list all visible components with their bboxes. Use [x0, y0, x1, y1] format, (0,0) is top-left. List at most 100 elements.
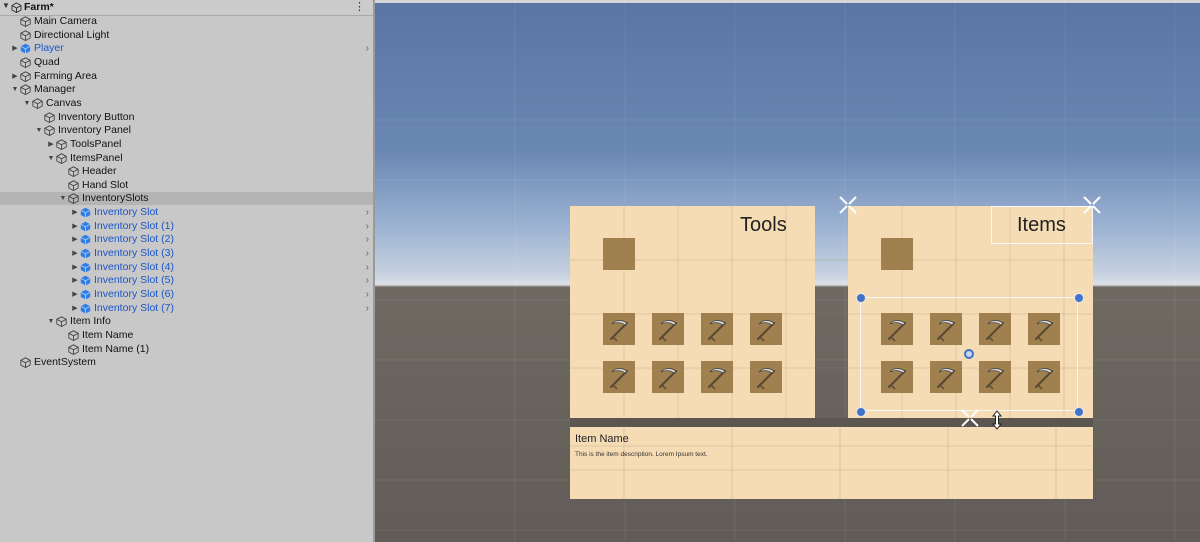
scythe-icon — [609, 320, 629, 342]
chevron-right-icon[interactable]: › — [366, 274, 369, 287]
tools-inventory-slot[interactable] — [652, 313, 684, 345]
tools-inventory-slot[interactable] — [652, 361, 684, 393]
prefab-cube-icon — [80, 303, 91, 314]
hierarchy-item-eventsystem[interactable]: EventSystem — [0, 356, 373, 369]
tools-title: Tools — [740, 214, 787, 236]
hierarchy-item-label: Inventory Slot (2) — [94, 233, 174, 246]
hierarchy-item-inventory-slot-7[interactable]: ▶ Inventory Slot (7) › — [0, 302, 373, 315]
fold-right-icon[interactable]: ▶ — [70, 288, 80, 301]
pivot-handle[interactable] — [964, 349, 974, 359]
resize-handle-top-left[interactable] — [856, 293, 866, 303]
fold-down-icon[interactable]: ▼ — [46, 315, 56, 328]
resize-handle-top-right[interactable] — [1074, 293, 1084, 303]
chevron-right-icon[interactable]: › — [366, 302, 369, 315]
fold-right-icon[interactable]: ▶ — [70, 233, 80, 246]
item-name-label: Item Name — [575, 433, 629, 445]
tools-inventory-slot[interactable] — [750, 313, 782, 345]
chevron-right-icon[interactable]: › — [366, 261, 369, 274]
hierarchy-item-manager[interactable]: ▼ Manager — [0, 83, 373, 96]
hierarchy-item-player[interactable]: ▶ Player › — [0, 42, 373, 55]
fold-right-icon[interactable]: ▶ — [70, 220, 80, 233]
chevron-right-icon[interactable]: › — [366, 247, 369, 260]
hierarchy-item-label: Player — [34, 42, 64, 55]
prefab-cube-icon — [80, 276, 91, 286]
fold-down-icon[interactable]: ▼ — [22, 97, 32, 110]
hierarchy-item-hand-slot[interactable]: Hand Slot — [0, 179, 373, 192]
fold-down-icon[interactable]: ▼ — [58, 192, 68, 205]
gameobject-cube-icon — [20, 70, 31, 82]
chevron-right-icon[interactable]: › — [366, 288, 369, 301]
tools-inventory-slot[interactable] — [603, 313, 635, 345]
hierarchy-item-inventory-slot[interactable]: ▶ Inventory Slot › — [0, 206, 373, 219]
hierarchy-item-itemspanel[interactable]: ▼ ItemsPanel — [0, 152, 373, 165]
scythe-icon — [707, 368, 727, 390]
fold-right-icon[interactable]: ▶ — [70, 247, 80, 260]
hierarchy-item-label: ToolsPanel — [70, 137, 122, 150]
hierarchy-item-inventory-slot-1[interactable]: ▶ Inventory Slot (1) › — [0, 220, 373, 233]
items-title: Items — [1017, 214, 1066, 236]
hierarchy-item-label: EventSystem — [34, 356, 96, 369]
resize-handle-bottom-left[interactable] — [856, 407, 866, 417]
gameobject-cube-icon — [68, 166, 79, 178]
hierarchy-item-label: Inventory Slot (7) — [94, 301, 174, 314]
tools-inventory-slot[interactable] — [701, 361, 733, 393]
hierarchy-item-label: Inventory Slot (5) — [94, 274, 174, 287]
hierarchy-item-directional-light[interactable]: Directional Light — [0, 29, 373, 42]
hierarchy-item-inventory-slot-3[interactable]: ▶ Inventory Slot (3) › — [0, 247, 373, 260]
hierarchy-item-inventory-panel[interactable]: ▼ Inventory Panel — [0, 124, 373, 137]
resize-handle-bottom-right[interactable] — [1074, 407, 1084, 417]
fold-down-icon[interactable]: ▼ — [2, 1, 10, 10]
hierarchy-item-farming-area[interactable]: ▶ Farming Area — [0, 70, 373, 83]
hierarchy-item-label: Inventory Panel — [58, 124, 131, 137]
hierarchy-item-label: Inventory Slot (3) — [94, 247, 174, 260]
anchor-marker-icon[interactable] — [1082, 195, 1102, 215]
chevron-right-icon[interactable]: › — [366, 42, 369, 55]
hierarchy-item-inventory-slot-6[interactable]: ▶ Inventory Slot (6) › — [0, 288, 373, 301]
gameobject-cube-icon — [68, 180, 79, 191]
scene-view[interactable]: Tools Items Item Name This is the item d… — [375, 0, 1200, 542]
hierarchy-item-label: Inventory Slot — [94, 206, 159, 219]
hierarchy-item-toolspanel[interactable]: ▶ ToolsPanel — [0, 138, 373, 151]
anchor-marker-icon[interactable] — [838, 195, 858, 215]
chevron-right-icon[interactable]: › — [366, 233, 369, 246]
hierarchy-item-quad[interactable]: Quad — [0, 56, 373, 69]
hierarchy-item-inventory-slot-4[interactable]: ▶ Inventory Slot (4) › — [0, 261, 373, 274]
items-hand-slot[interactable] — [881, 238, 913, 270]
tools-inventory-slot[interactable] — [701, 313, 733, 345]
gameobject-cube-icon — [68, 330, 79, 341]
prefab-cube-icon — [80, 289, 91, 300]
kebab-menu-icon[interactable]: ⋮ — [354, 0, 365, 13]
hierarchy-item-label: Inventory Slot (1) — [94, 219, 174, 232]
fold-right-icon[interactable]: ▶ — [70, 261, 80, 274]
fold-down-icon[interactable]: ▼ — [46, 152, 56, 165]
hierarchy-item-inventoryslots[interactable]: ▼ InventorySlots — [0, 192, 373, 206]
hierarchy-item-main-camera[interactable]: Main Camera — [0, 15, 373, 28]
fold-down-icon[interactable]: ▼ — [10, 83, 20, 96]
hierarchy-item-canvas[interactable]: ▼ Canvas — [0, 97, 373, 110]
fold-right-icon[interactable]: ▶ — [70, 274, 80, 287]
hierarchy-item-inventory-slot-5[interactable]: ▶ Inventory Slot (5) › — [0, 274, 373, 287]
hierarchy-item-item-info[interactable]: ▼ Item Info — [0, 315, 373, 328]
anchor-marker-icon[interactable] — [960, 408, 980, 428]
fold-right-icon[interactable]: ▶ — [70, 302, 80, 315]
fold-down-icon[interactable]: ▼ — [34, 124, 44, 137]
hierarchy-item-label: Inventory Slot (4) — [94, 260, 174, 273]
fold-right-icon[interactable]: ▶ — [46, 138, 56, 151]
fold-right-icon[interactable]: ▶ — [10, 70, 20, 83]
hierarchy-item-header[interactable]: Header — [0, 165, 373, 178]
chevron-right-icon[interactable]: › — [366, 206, 369, 219]
hierarchy-item-label: Canvas — [46, 96, 82, 109]
fold-right-icon[interactable]: ▶ — [10, 42, 20, 55]
fold-right-icon[interactable]: ▶ — [70, 206, 80, 219]
chevron-right-icon[interactable]: › — [366, 220, 369, 233]
tools-inventory-slot[interactable] — [750, 361, 782, 393]
hierarchy-item-item-name[interactable]: Item Name — [0, 329, 373, 342]
tools-inventory-slot[interactable] — [603, 361, 635, 393]
hierarchy-scene-header[interactable]: ▼ Farm* ⋮ — [0, 0, 373, 16]
hierarchy-item-inventory-button[interactable]: Inventory Button — [0, 111, 373, 124]
hierarchy-item-item-name-1[interactable]: Item Name (1) — [0, 343, 373, 356]
resize-cursor-icon — [991, 410, 1003, 430]
hierarchy-item-label: ItemsPanel — [70, 151, 123, 164]
hierarchy-item-inventory-slot-2[interactable]: ▶ Inventory Slot (2) › — [0, 233, 373, 246]
tools-hand-slot[interactable] — [603, 238, 635, 270]
